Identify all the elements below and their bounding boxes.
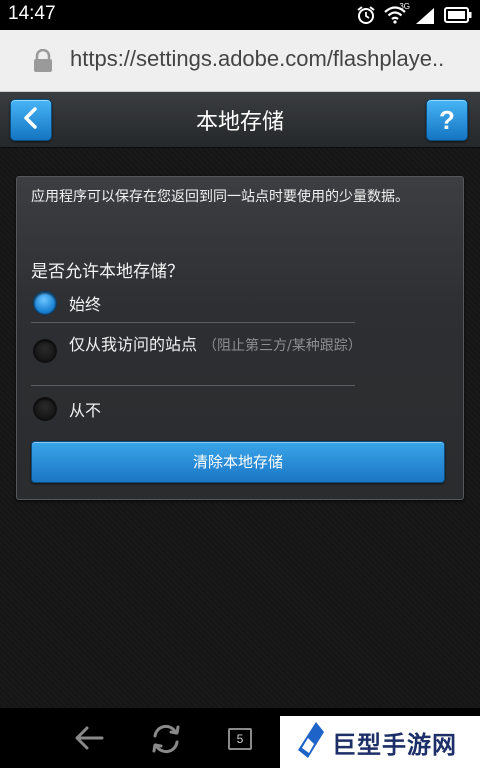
watermark-logo-icon xyxy=(292,720,326,764)
lock-icon xyxy=(32,48,54,77)
question-icon: ? xyxy=(439,105,455,135)
radio-visited-sites[interactable] xyxy=(33,339,57,363)
option-label-visited-sites: 仅从我访问的站点 （阻止第三方/某种跟踪） xyxy=(69,331,362,355)
watermark-text: 巨型手游网 xyxy=(332,730,457,759)
help-button[interactable]: ? xyxy=(426,99,468,141)
back-arrow-icon[interactable] xyxy=(74,725,104,755)
status-bar: 14:47 3G xyxy=(0,0,480,30)
radio-never[interactable] xyxy=(33,397,57,421)
radio-always[interactable] xyxy=(33,291,57,315)
option-label-never: 从不 xyxy=(69,401,102,420)
option-hint: （阻止第三方/某种跟踪） xyxy=(203,338,362,354)
refresh-icon[interactable] xyxy=(150,723,182,759)
battery-icon xyxy=(444,7,472,23)
option-label-visited-text: 仅从我访问的站点 xyxy=(69,335,198,354)
signal-icon: 3G xyxy=(399,2,436,25)
clear-storage-button[interactable]: 清除本地存储 xyxy=(31,441,445,483)
page-title: 本地存储 xyxy=(195,110,284,135)
tabs-icon[interactable]: 5 xyxy=(228,728,252,750)
storage-settings-panel: 应用程序可以保存在您返回到同一站点时要使用的少量数据。 是否允许本地存储？ 始终… xyxy=(16,176,464,500)
option-never[interactable]: 从不 xyxy=(33,397,101,421)
url-text[interactable]: https://settings.adobe.com/flashplaye.. xyxy=(70,46,470,72)
page-content: 本地存储 ? 应用程序可以保存在您返回到同一站点时要使用的少量数据。 是否允许本… xyxy=(0,92,480,708)
address-bar[interactable]: https://settings.adobe.com/flashplaye.. xyxy=(0,30,480,92)
status-time: 14:47 xyxy=(8,3,56,24)
option-label-always: 始终 xyxy=(69,295,102,314)
watermark: 巨型手游网 xyxy=(280,716,480,768)
question-label: 是否允许本地存储？ xyxy=(31,262,184,282)
description-text: 应用程序可以保存在您返回到同一站点时要使用的少量数据。 xyxy=(31,189,409,205)
separator xyxy=(31,322,355,323)
page-header: 本地存储 ? xyxy=(0,92,480,148)
option-always[interactable]: 始终 xyxy=(33,291,101,315)
separator xyxy=(31,385,355,386)
network-label: 3G xyxy=(399,2,410,11)
status-icons: 3G xyxy=(356,2,472,26)
alarm-icon xyxy=(356,5,376,25)
option-visited-sites[interactable]: 仅从我访问的站点 （阻止第三方/某种跟踪） xyxy=(33,331,362,363)
